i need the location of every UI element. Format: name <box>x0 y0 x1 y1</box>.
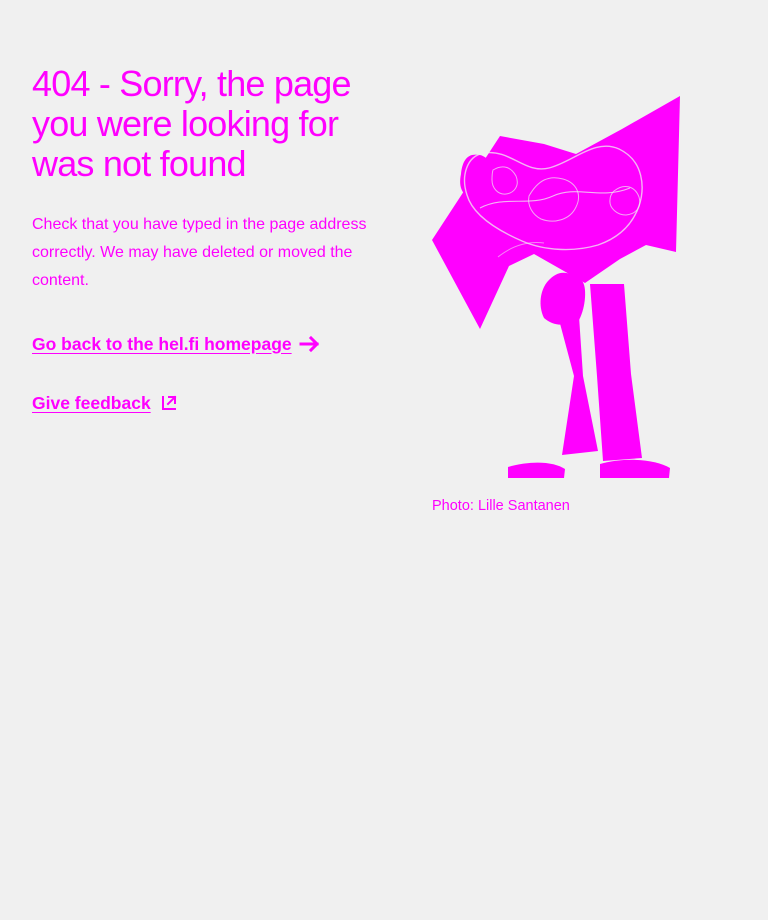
homepage-link[interactable]: Go back to the hel.fi homepage <box>32 332 392 356</box>
content-column: 404 - Sorry, the page you were looking f… <box>32 64 392 415</box>
feedback-link[interactable]: Give feedback <box>32 391 392 415</box>
person-reading-map-illustration <box>432 96 680 478</box>
arrow-right-icon <box>298 332 322 356</box>
feedback-link-label: Give feedback <box>32 392 151 413</box>
photo-credit: Photo: Lille Santanen <box>432 498 570 514</box>
homepage-link-label: Go back to the hel.fi homepage <box>32 333 292 354</box>
external-link-icon <box>157 391 181 415</box>
page-title: 404 - Sorry, the page you were looking f… <box>32 63 352 184</box>
lead-text: Check that you have typed in the page ad… <box>32 216 367 289</box>
error-page: 404 - Sorry, the page you were looking f… <box>0 0 768 920</box>
